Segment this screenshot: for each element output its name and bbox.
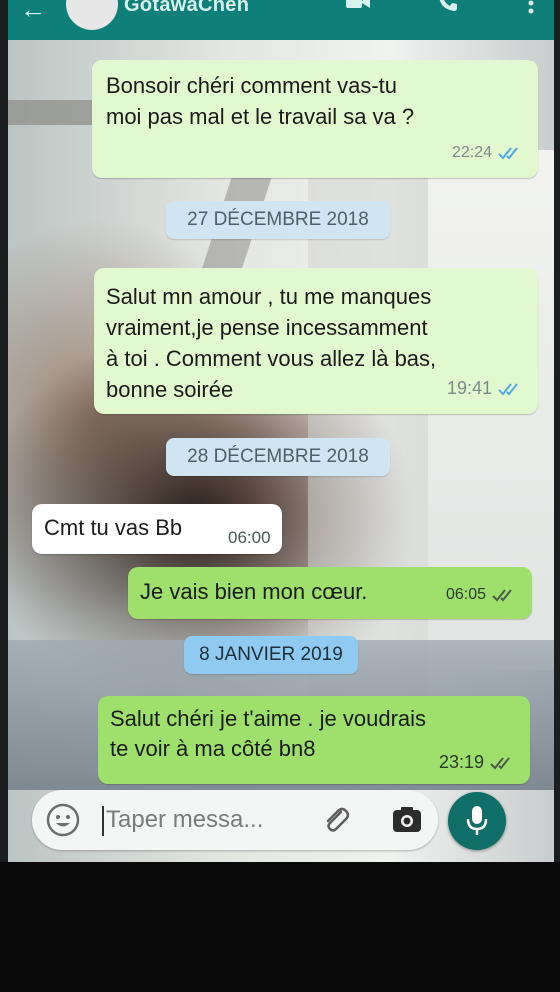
paperclip-icon[interactable] xyxy=(320,804,352,836)
message-bubble-outgoing[interactable]: Je vais bien mon cœur. 06:05 xyxy=(128,567,532,619)
double-check-icon xyxy=(498,382,518,395)
message-time: 22:24 xyxy=(451,144,492,161)
message-meta: 19:41 xyxy=(447,373,524,404)
arrow-left-icon[interactable]: ← xyxy=(20,0,46,25)
message-time: 19:41 xyxy=(446,378,492,398)
message-bubble-outgoing[interactable]: Salut mn amour , tu me manques vraiment,… xyxy=(94,268,538,414)
message-bubble-outgoing[interactable]: Bonsoir chéri comment vas-tu moi pas mal… xyxy=(92,60,538,178)
message-text: Je vais bien mon cœur. xyxy=(140,579,368,604)
message-bubble-outgoing[interactable]: Salut chéri je t'aime . je voudrais te v… xyxy=(98,696,530,784)
message-meta: 06:05 xyxy=(446,579,518,610)
chat-screen: ← GotawaChen Bonsoir chéri comment vas-t… xyxy=(8,0,554,862)
avatar[interactable] xyxy=(66,0,118,30)
date-separator: 28 DÉCEMBRE 2018 xyxy=(166,438,390,476)
message-time: 06:05 xyxy=(445,586,486,603)
double-check-icon xyxy=(498,146,518,159)
message-text: Cmt tu vas Bb xyxy=(44,515,183,540)
video-camera-icon[interactable] xyxy=(346,0,370,10)
message-meta: 22:24 xyxy=(452,137,524,168)
date-separator: 8 JANVIER 2019 xyxy=(184,636,358,674)
device-bezel-bottom xyxy=(0,862,560,992)
emoji-icon[interactable] xyxy=(46,803,80,837)
chat-header: ← GotawaChen xyxy=(8,0,554,40)
text-cursor xyxy=(102,806,104,836)
date-separator: 27 DÉCEMBRE 2018 xyxy=(166,201,390,239)
camera-icon[interactable] xyxy=(392,806,422,834)
message-bubble-incoming[interactable]: Cmt tu vas Bb 06:00 xyxy=(32,504,282,554)
double-check-icon xyxy=(492,588,512,601)
microphone-button[interactable] xyxy=(448,792,506,850)
microphone-icon xyxy=(466,806,488,835)
device-bezel-left xyxy=(0,0,8,862)
message-time: 06:00 xyxy=(228,528,271,547)
message-composer: Taper messa... xyxy=(32,790,438,850)
message-text: Bonsoir chéri comment vas-tu moi pas mal… xyxy=(106,73,415,129)
message-time: 23:19 xyxy=(438,752,484,772)
more-vert-icon[interactable] xyxy=(528,0,534,14)
message-input[interactable]: Taper messa... xyxy=(106,806,263,834)
double-check-icon xyxy=(490,756,510,769)
phone-icon[interactable] xyxy=(438,0,458,12)
message-meta: 23:19 xyxy=(439,747,516,778)
device-bezel-right xyxy=(554,0,560,862)
contact-name[interactable]: GotawaChen xyxy=(124,0,249,17)
